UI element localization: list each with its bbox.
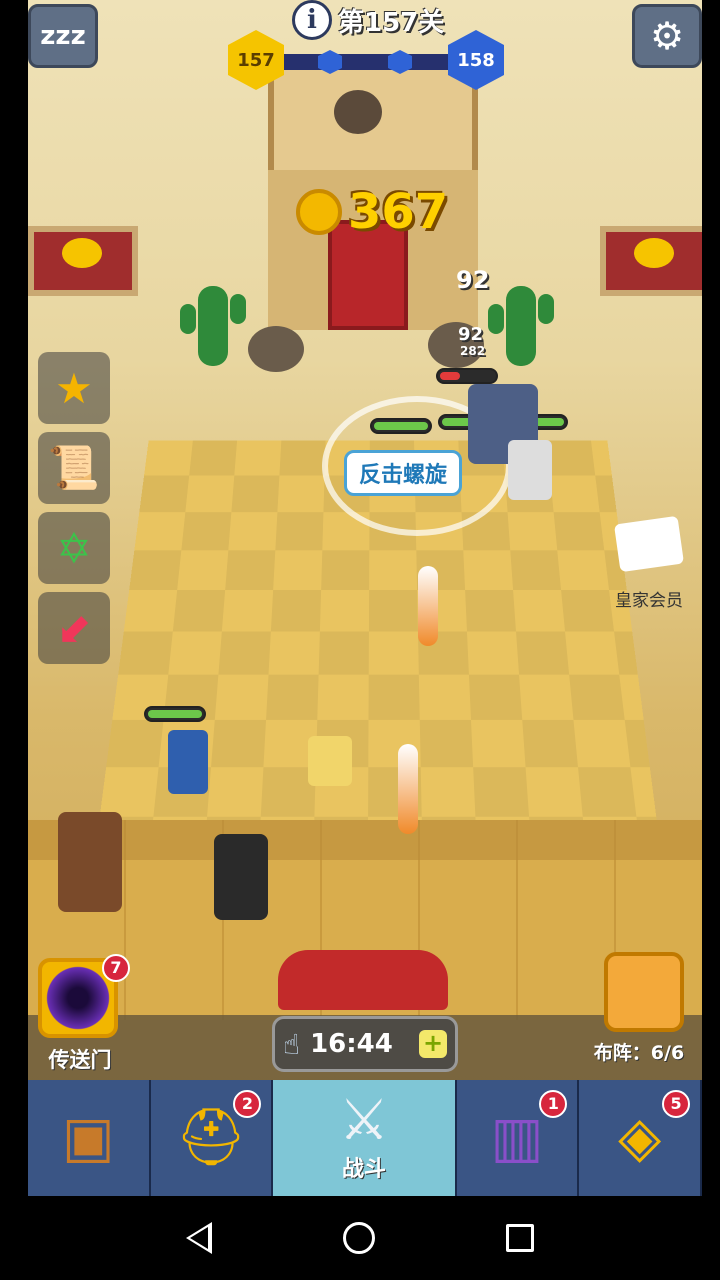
- enemy-hp-bar: [436, 368, 498, 384]
- game-screen: zzz ⚙ i 第157关 157 158 367 92 92 282 反击螺旋…: [0, 0, 720, 1280]
- formation-button[interactable]: 布阵：6/6: [584, 952, 694, 1065]
- idle-timer[interactable]: ☝ 16:44 +: [272, 1016, 458, 1072]
- formation-label: 布阵：6/6: [593, 1042, 685, 1064]
- home-icon[interactable]: [342, 1222, 375, 1254]
- fireball-projectile: [398, 744, 418, 834]
- amulet-icon: ◈: [618, 1105, 662, 1170]
- gold-counter: 367: [296, 184, 448, 240]
- reserve-hero[interactable]: [214, 834, 268, 920]
- chest-icon: ▣: [61, 1105, 115, 1170]
- skill-name-label: 反击螺旋: [344, 450, 463, 496]
- scroll-icon: 📜: [47, 443, 101, 492]
- bottom-nav: ▣ ⛑ 2 ⚔ 战斗 ▥ 1 ◈ 5: [28, 1080, 703, 1196]
- vip-card-icon: [613, 515, 685, 573]
- tab-badge: 1: [539, 1090, 568, 1118]
- progress-track: [268, 54, 464, 70]
- portal-label: 传送门: [48, 1048, 112, 1072]
- timer-plus-button[interactable]: +: [419, 1030, 447, 1058]
- level-progress: 157 158: [228, 30, 504, 90]
- coin-icon: [296, 189, 342, 235]
- hero-unit[interactable]: [168, 730, 208, 794]
- trophy-icon: ★: [55, 363, 93, 413]
- hero-unit[interactable]: [508, 440, 552, 500]
- next-level-hex: 158: [448, 30, 504, 90]
- viking-helmet-icon: ⛑: [175, 1105, 247, 1170]
- vip-label: 皇家会员: [615, 591, 683, 611]
- settings-button[interactable]: ⚙: [632, 4, 702, 68]
- damage-number: 282: [460, 344, 486, 358]
- tab-battle-label: 战斗: [342, 1157, 387, 1182]
- hexagram-button[interactable]: ✡: [38, 512, 110, 584]
- tab-badge: 2: [233, 1090, 262, 1118]
- hero-hp-bar: [144, 706, 206, 722]
- reserve-hero[interactable]: [58, 812, 122, 912]
- fireball-projectile: [418, 566, 438, 646]
- gear-icon: ⚙: [649, 14, 685, 58]
- spellbook-icon: ▥: [490, 1105, 544, 1170]
- tab-heroes[interactable]: ⛑ 2: [150, 1080, 274, 1196]
- speedup-button[interactable]: ⬋: [38, 592, 110, 664]
- crossed-swords-icon: ⚔: [338, 1088, 390, 1153]
- hero-unit[interactable]: [308, 736, 352, 786]
- scroll-button[interactable]: 📜: [38, 432, 110, 504]
- boulder-left: [248, 326, 304, 372]
- tap-icon: ☝: [283, 1027, 301, 1061]
- dragon-unit: [278, 950, 448, 1010]
- timer-value: 16:44: [310, 1029, 393, 1059]
- fire-pedestal-right: [600, 226, 702, 296]
- current-level-hex: 157: [228, 30, 284, 90]
- back-icon[interactable]: [185, 1222, 212, 1254]
- portal-badge: 7: [102, 954, 130, 982]
- damage-number: 92: [458, 324, 484, 345]
- cactus-left: [180, 286, 246, 366]
- cactus-right: [488, 286, 554, 366]
- royal-member-button[interactable]: 皇家会员: [613, 515, 685, 611]
- hexagram-icon: ✡: [56, 523, 92, 573]
- formation-icon: [604, 952, 684, 1032]
- system-nav-bar: [0, 1196, 720, 1280]
- tab-amulet[interactable]: ◈ 5: [579, 1080, 703, 1196]
- pot: [334, 90, 382, 134]
- game-viewport: zzz ⚙ i 第157关 157 158 367 92 92 282 反击螺旋…: [28, 0, 702, 1196]
- recent-apps-icon[interactable]: [506, 1224, 535, 1252]
- tab-chest[interactable]: ▣: [28, 1080, 151, 1196]
- damage-number: 92: [456, 266, 490, 294]
- fire-pedestal-left: [28, 226, 138, 296]
- sleep-icon: zzz: [40, 21, 86, 51]
- trophy-button[interactable]: ★: [38, 352, 110, 424]
- tab-badge: 5: [662, 1090, 691, 1118]
- tab-spellbook[interactable]: ▥ 1: [456, 1080, 580, 1196]
- gold-value: 367: [348, 184, 449, 240]
- arrow-icon: ⬋: [56, 603, 92, 653]
- sleep-button[interactable]: zzz: [28, 4, 98, 68]
- tab-battle[interactable]: ⚔ 战斗: [273, 1080, 457, 1196]
- portal-button[interactable]: 7 传送门: [38, 954, 130, 1074]
